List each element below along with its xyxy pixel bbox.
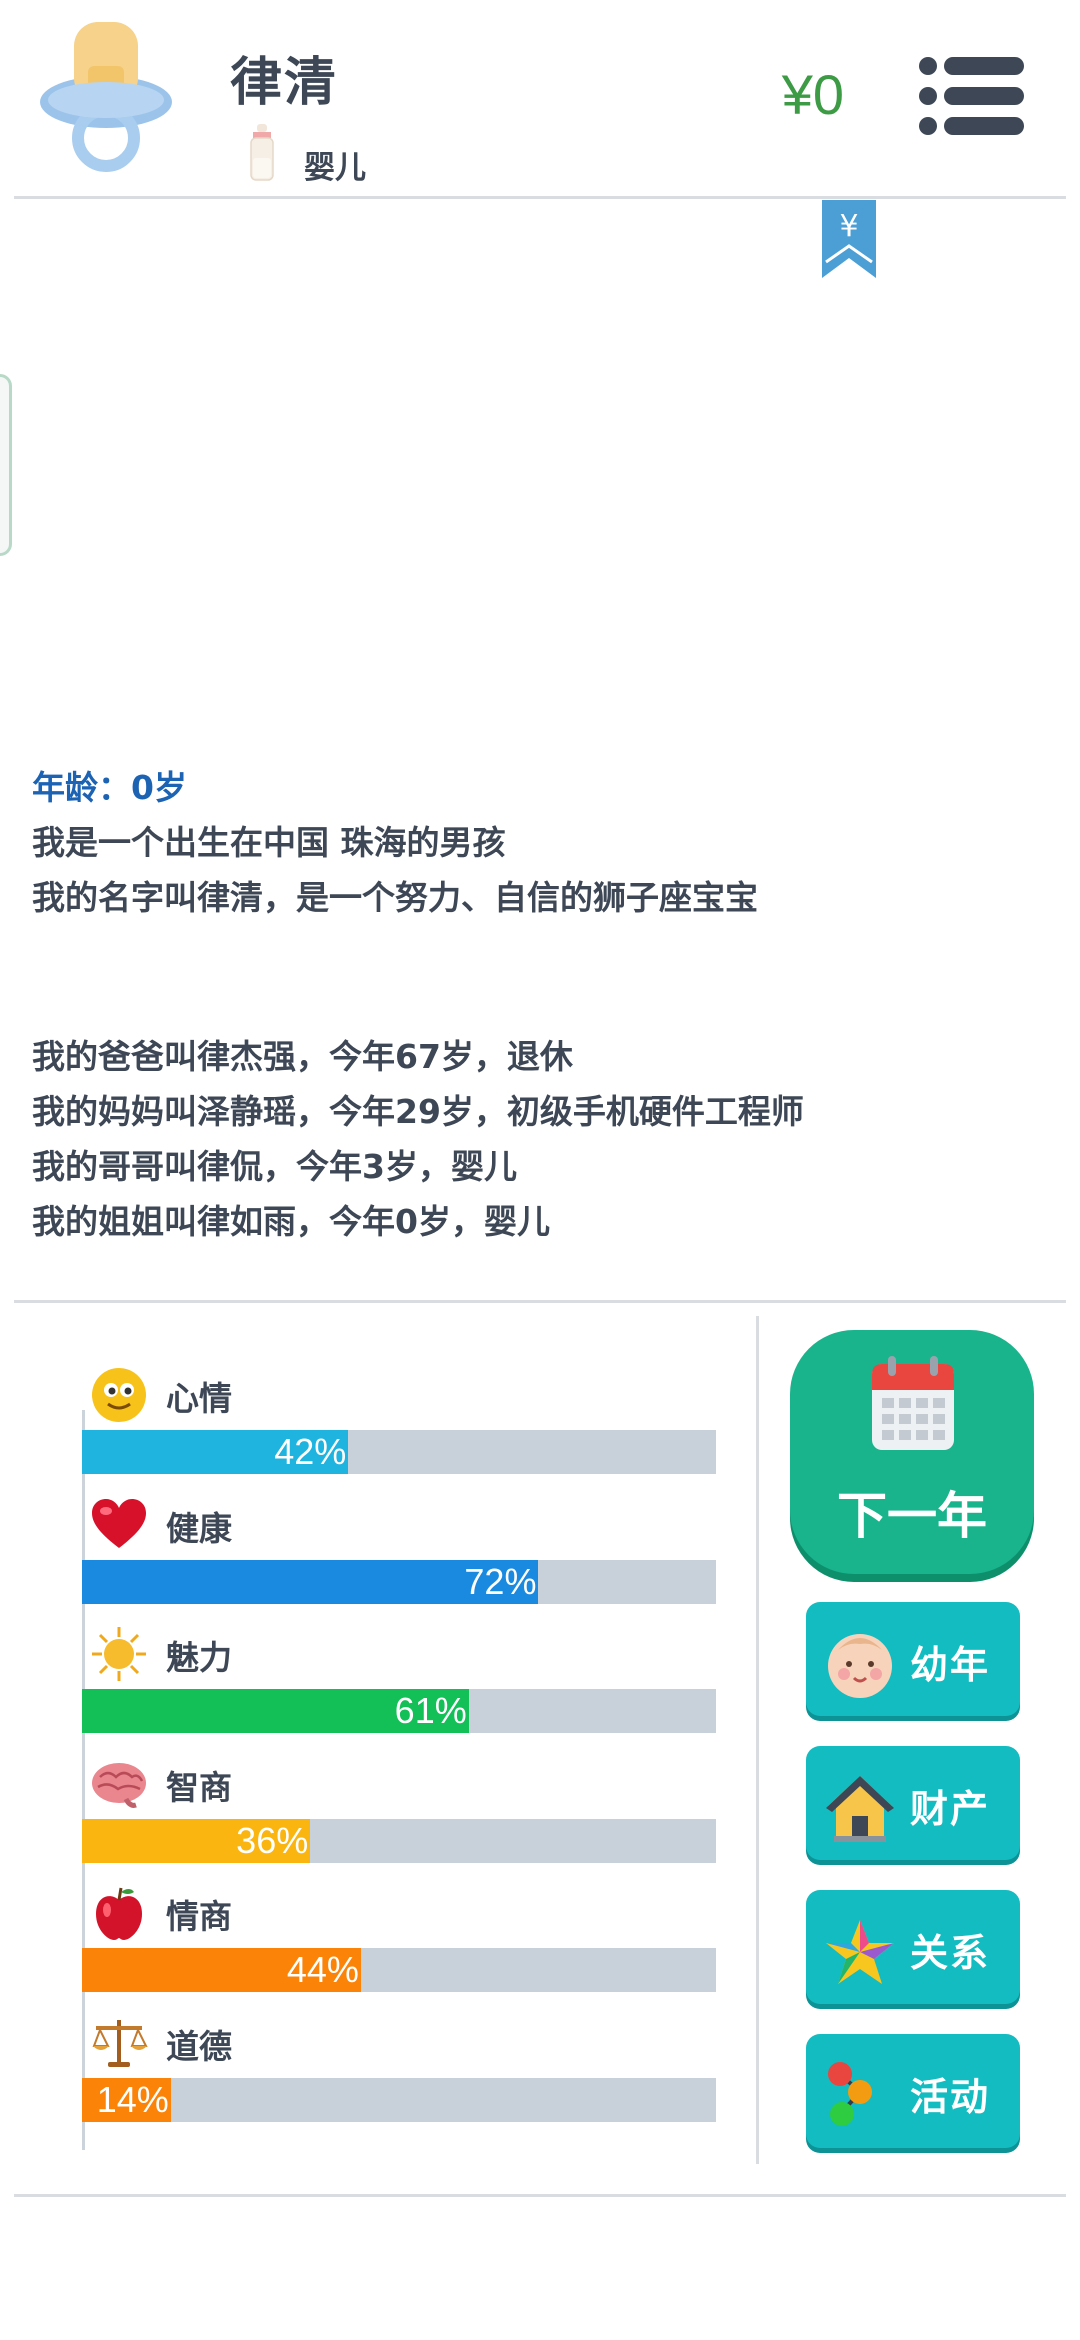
childhood-label: 幼年 (910, 1643, 991, 1687)
money-balance: ¥0 (781, 63, 844, 126)
stat-percent: 72% (464, 1560, 537, 1602)
smiley-icon (92, 1368, 146, 1422)
stat-percent: 44% (286, 1949, 359, 1990)
family-line: 我的哥哥叫律侃，今年3岁，婴儿 (32, 1147, 517, 1186)
stat-fill: 14% (82, 2077, 171, 2122)
brain-icon (92, 1762, 146, 1808)
story-divider (14, 1300, 1066, 1303)
sun-icon (92, 1627, 146, 1681)
stat-fill: 36% (82, 1818, 311, 1863)
apple-icon (96, 1887, 142, 1940)
stat-percent: 42% (274, 1431, 347, 1472)
stat-label: 智商 (166, 1767, 232, 1807)
panel-divider (756, 1316, 759, 2164)
stat-percent: 61% (394, 1690, 467, 1731)
stat-label: 魅力 (166, 1638, 232, 1677)
pacifier-avatar-icon (40, 22, 172, 172)
stat-fill: 72% (82, 1559, 539, 1604)
story-line: 我是一个出生在中国 珠海的男孩 (32, 823, 506, 862)
house-icon (826, 1776, 894, 1842)
money-bookmark-icon[interactable]: ¥ (822, 200, 876, 278)
life-stage-label: 婴儿 (304, 150, 366, 186)
stat-fill: 61% (82, 1689, 469, 1733)
stat-label: 道德 (166, 2026, 232, 2066)
scales-icon (92, 2019, 148, 2067)
baby-bottle-icon (250, 124, 274, 181)
stat-iq: 智商 36% (82, 1749, 722, 1879)
next-year-button[interactable]: 下一年 (790, 1330, 1034, 1574)
stat-fill: 44% (82, 1948, 361, 1992)
activity-dots-icon (828, 2062, 872, 2126)
activities-label: 活动 (910, 2075, 991, 2119)
heart-icon (92, 1498, 146, 1548)
stat-label: 健康 (166, 1508, 232, 1548)
baby-face-icon (828, 1634, 892, 1698)
stat-percent: 36% (236, 1819, 309, 1861)
header: 律清 婴儿 ¥0 (0, 0, 1080, 198)
stat-fill: 42% (82, 1430, 349, 1474)
character-name: 律清 (230, 53, 339, 113)
stat-health: 健康 72% (82, 1490, 722, 1620)
life-story: 年龄：0岁 我是一个出生在中国 珠海的男孩 我的名字叫律清，是一个努力、自信的狮… (32, 760, 1052, 1249)
activities-button[interactable]: 活动 (806, 2034, 1020, 2148)
stat-bar: 72% (82, 1559, 716, 1604)
stat-morality: 道德 14% (82, 2008, 722, 2138)
family-line: 我的爸爸叫律杰强，今年67岁，退休 (32, 1037, 573, 1076)
bottom-divider (14, 2194, 1066, 2197)
age-line: 年龄：0岁 (32, 768, 187, 807)
menu-icon[interactable] (918, 56, 1026, 136)
stat-bar: 36% (82, 1818, 716, 1863)
family-line: 我的姐姐叫律如雨，今年0岁，婴儿 (32, 1202, 550, 1241)
stat-bar: 42% (82, 1430, 716, 1474)
stat-label: 心情 (166, 1379, 232, 1418)
bookmark-symbol: ¥ (839, 209, 858, 244)
side-drawer-handle[interactable] (0, 374, 12, 556)
stat-bar: 44% (82, 1948, 716, 1992)
stat-charm: 魅力 61% (82, 1619, 722, 1749)
stat-percent: 14% (96, 2078, 169, 2120)
relations-label: 关系 (910, 1931, 991, 1975)
story-line: 我的名字叫律清，是一个努力、自信的狮子座宝宝 (32, 878, 758, 917)
relations-button[interactable]: 关系 (806, 1890, 1020, 2004)
star-icon (826, 1920, 894, 1984)
childhood-button[interactable]: 幼年 (806, 1602, 1020, 1716)
assets-label: 财产 (910, 1787, 991, 1831)
stats-panel: 心情 42% 健康 72% 魅力 61% 智商 36% 情商 44% 道德 14… (82, 1360, 722, 2137)
header-divider (14, 196, 1066, 199)
stat-mood: 心情 42% (82, 1360, 722, 1490)
stat-bar: 61% (82, 1689, 716, 1733)
stat-eq: 情商 44% (82, 1878, 722, 2008)
calendar-icon (872, 1356, 954, 1450)
stat-bar: 14% (82, 2077, 716, 2122)
assets-button[interactable]: 财产 (806, 1746, 1020, 1860)
stat-label: 情商 (166, 1897, 232, 1936)
next-year-label: 下一年 (837, 1487, 987, 1545)
family-line: 我的妈妈叫泽静瑶，今年29岁，初级手机硬件工程师 (32, 1092, 804, 1131)
